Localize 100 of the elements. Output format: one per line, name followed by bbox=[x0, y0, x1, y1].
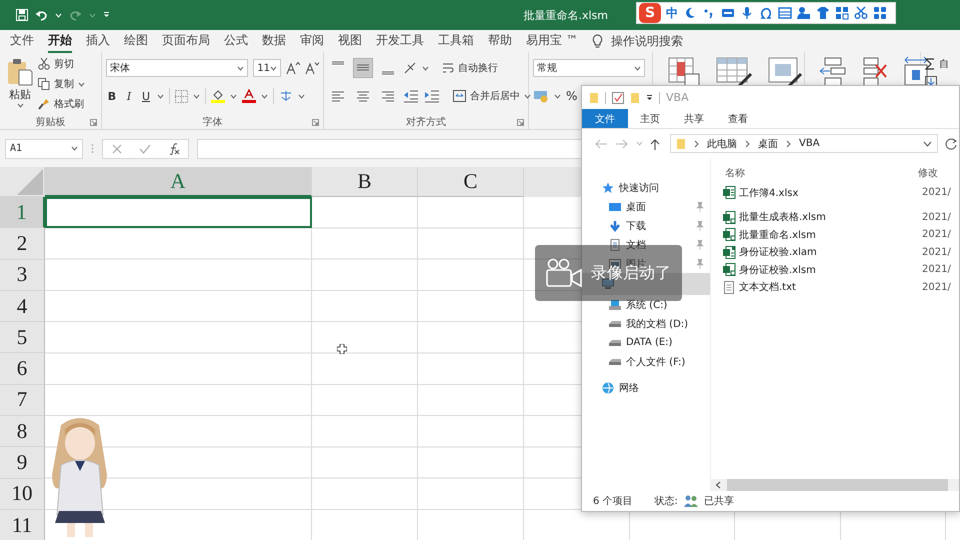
breadcrumb-item[interactable]: 此电脑 bbox=[707, 136, 737, 150]
font-name-dropdown[interactable]: 宋体 bbox=[106, 59, 248, 77]
row-header[interactable]: 1 bbox=[0, 197, 45, 228]
bold-button[interactable]: B bbox=[106, 90, 118, 102]
caret-icon[interactable] bbox=[71, 146, 78, 151]
function-icon[interactable] bbox=[168, 142, 180, 154]
file-name[interactable]: 批量生成表格.xlsm bbox=[739, 210, 919, 224]
ribbon-tab[interactable]: 共享 bbox=[672, 109, 716, 128]
ribbon-tab[interactable]: 工具箱 bbox=[438, 30, 474, 52]
nav-item[interactable]: 快速访问 bbox=[602, 180, 659, 194]
underline-button[interactable]: U bbox=[140, 90, 152, 102]
format-cells-icon[interactable] bbox=[903, 56, 929, 88]
caret-icon[interactable] bbox=[422, 66, 429, 70]
customize-icon[interactable] bbox=[646, 94, 653, 100]
ribbon-tab[interactable]: 帮助 bbox=[488, 30, 512, 52]
caret-icon[interactable] bbox=[554, 94, 561, 98]
number-format-dropdown[interactable]: 常规 bbox=[533, 59, 645, 77]
row-header[interactable]: 5 bbox=[0, 322, 45, 354]
save-icon[interactable] bbox=[16, 9, 28, 21]
grow-font-icon[interactable] bbox=[286, 61, 300, 75]
file-name[interactable]: 工作簿4.xlsx bbox=[739, 186, 919, 200]
ribbon-tab[interactable]: 查看 bbox=[716, 109, 760, 128]
address-bar[interactable]: 此电脑 桌面 VBA bbox=[670, 134, 938, 153]
fill-color-icon[interactable] bbox=[211, 89, 225, 103]
file-name[interactable]: 身份证校验.xlsm bbox=[739, 262, 919, 277]
breadcrumb-item[interactable]: 桌面 bbox=[758, 136, 778, 150]
tiles-icon[interactable] bbox=[873, 6, 887, 20]
cell-style-icon[interactable] bbox=[767, 56, 803, 88]
shirt-icon[interactable] bbox=[816, 6, 830, 20]
column-header[interactable]: 名称 bbox=[725, 166, 918, 180]
row-header[interactable]: 8 bbox=[0, 416, 45, 448]
nav-item[interactable]: 桌面 bbox=[609, 200, 646, 214]
keyboard-icon[interactable] bbox=[721, 6, 735, 20]
caret-icon[interactable] bbox=[270, 66, 277, 70]
ribbon-tab[interactable]: 插入 bbox=[86, 30, 110, 52]
merge-center-button[interactable]: 合并后居中 bbox=[453, 88, 531, 104]
apps-icon[interactable] bbox=[835, 6, 849, 20]
nav-item[interactable]: 下载 bbox=[609, 218, 646, 232]
omega-icon[interactable] bbox=[759, 6, 773, 20]
column-header[interactable]: B bbox=[312, 167, 418, 197]
row-header[interactable]: 6 bbox=[0, 353, 45, 385]
ribbon-tab[interactable]: 数据 bbox=[262, 30, 286, 52]
ribbon-tab[interactable]: 开发工具 bbox=[376, 30, 424, 52]
customize-icon[interactable] bbox=[103, 12, 110, 18]
nav-item[interactable]: 网络 bbox=[602, 380, 639, 394]
lightbulb-icon[interactable] bbox=[592, 34, 603, 48]
up-icon[interactable] bbox=[650, 138, 660, 150]
file-name[interactable]: 批量重命名.xlsm bbox=[739, 228, 919, 242]
increase-indent-icon[interactable] bbox=[424, 89, 440, 103]
caret-icon[interactable] bbox=[634, 66, 641, 70]
paste-button[interactable]: 粘贴 bbox=[4, 56, 36, 115]
ribbon-tab[interactable]: 绘图 bbox=[124, 30, 148, 52]
delete-cells-icon[interactable] bbox=[861, 56, 889, 88]
percent-button[interactable]: % bbox=[566, 89, 578, 103]
font-size-dropdown[interactable]: 11 bbox=[253, 59, 281, 77]
cut-button[interactable]: 剪切 bbox=[38, 56, 85, 72]
caret-icon[interactable] bbox=[78, 82, 85, 86]
caret-icon[interactable] bbox=[193, 94, 200, 98]
column-header[interactable]: A bbox=[45, 167, 312, 197]
row-header[interactable]: 7 bbox=[0, 384, 45, 416]
undo-icon[interactable] bbox=[35, 9, 48, 21]
ribbon-tab[interactable]: 审阅 bbox=[300, 30, 324, 52]
microphone-icon[interactable] bbox=[740, 6, 754, 20]
nav-item[interactable]: DATA (E:) bbox=[609, 337, 672, 348]
wrap-text-button[interactable]: 自动换行 bbox=[442, 60, 498, 76]
ribbon-tab[interactable]: 易用宝 ™ bbox=[526, 30, 578, 52]
format-painter-button[interactable]: 格式刷 bbox=[38, 96, 85, 112]
nav-item[interactable]: 我的文档 (D:) bbox=[609, 316, 688, 330]
ribbon-tab[interactable]: 文件 bbox=[10, 30, 34, 52]
row-header[interactable]: 2 bbox=[0, 228, 45, 260]
ribbon-tab[interactable]: 公式 bbox=[224, 30, 248, 52]
conditional-format-icon[interactable] bbox=[667, 56, 701, 88]
ribbon-tab[interactable]: 页面布局 bbox=[162, 30, 210, 52]
font-color-icon[interactable] bbox=[242, 89, 256, 103]
table-format-icon[interactable] bbox=[715, 56, 753, 88]
column-header[interactable]: 修改 bbox=[918, 166, 938, 180]
nav-item[interactable]: 系统 (C:) bbox=[609, 298, 668, 312]
file-name[interactable]: 身份证校验.xlam bbox=[739, 245, 919, 260]
caret-icon[interactable] bbox=[298, 94, 305, 98]
breadcrumb-item[interactable]: VBA bbox=[799, 138, 820, 149]
row-header[interactable]: 4 bbox=[0, 290, 45, 322]
caret-icon[interactable] bbox=[261, 94, 268, 98]
more-icon[interactable] bbox=[91, 143, 94, 154]
dialog-launcher-icon[interactable] bbox=[90, 119, 97, 126]
scrollbar-thumb[interactable] bbox=[727, 479, 948, 491]
row-header[interactable]: 3 bbox=[0, 260, 45, 291]
caret-icon[interactable] bbox=[16, 103, 24, 108]
scissors-icon[interactable] bbox=[854, 6, 868, 20]
borders-icon[interactable] bbox=[175, 90, 188, 102]
insert-cells-icon[interactable] bbox=[819, 56, 847, 88]
ime-logo[interactable]: S bbox=[639, 3, 661, 23]
name-box[interactable]: A1 bbox=[5, 138, 83, 158]
file-name[interactable]: 文本文档.txt bbox=[739, 280, 919, 294]
dialog-launcher-icon[interactable] bbox=[517, 119, 524, 126]
ribbon-tab[interactable]: 视图 bbox=[338, 30, 362, 52]
decrease-indent-icon[interactable] bbox=[403, 89, 419, 103]
ribbon-tab[interactable]: 文件 bbox=[582, 109, 628, 128]
refresh-icon[interactable] bbox=[945, 138, 957, 150]
input-mode-toggle[interactable]: 中 bbox=[666, 4, 678, 22]
autosum-button[interactable]: 自 bbox=[925, 56, 956, 72]
